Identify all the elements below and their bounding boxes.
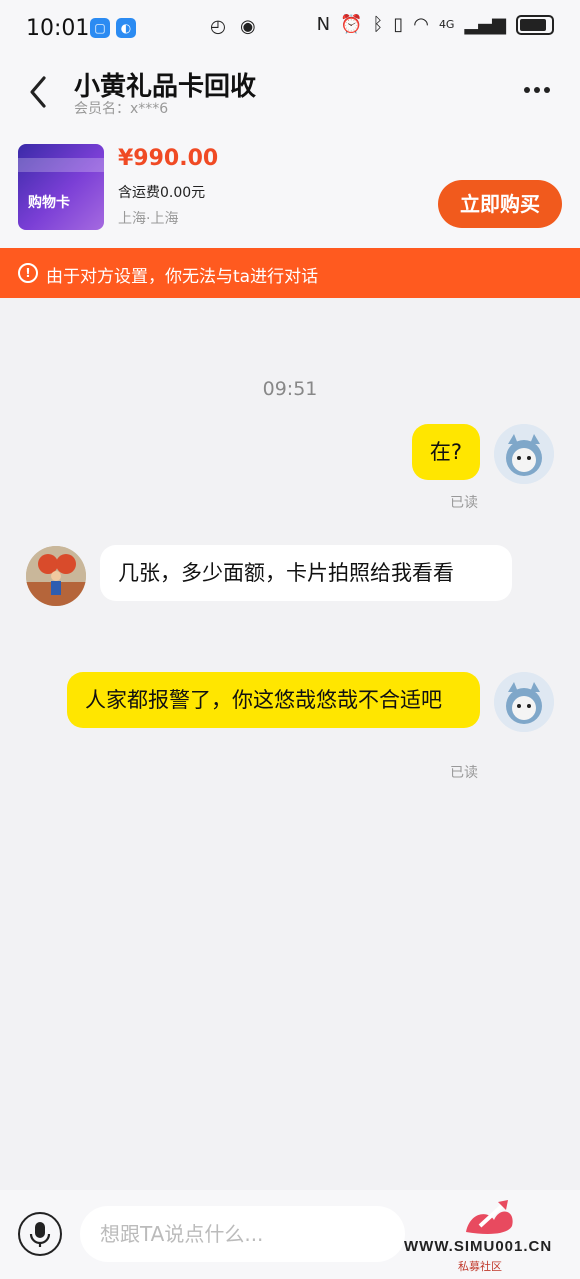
signal-icon: ▂▄▆ — [464, 14, 506, 35]
bluetooth-icon: ᛒ — [372, 14, 384, 35]
microphone-icon — [29, 1222, 51, 1247]
product-card[interactable]: 购物卡 ¥990.00 含运费0.00元 上海·上海 立即购买 — [0, 128, 580, 248]
nfc-icon: N — [316, 14, 331, 35]
eye-icon: ◉ — [240, 16, 256, 37]
product-price: ¥990.00 — [118, 146, 219, 171]
back-icon[interactable] — [22, 72, 58, 112]
battery-level — [520, 18, 546, 31]
voice-button[interactable] — [18, 1212, 62, 1256]
cat-avatar-icon — [494, 672, 554, 732]
thumb-stripe — [18, 158, 104, 172]
speed-icon: ◴ — [210, 16, 226, 37]
network-label: 4G — [438, 18, 455, 31]
wifi-icon: ◠ — [413, 14, 429, 35]
read-status: 已读 — [450, 495, 478, 511]
cat-avatar-icon — [494, 424, 554, 484]
my-avatar[interactable] — [494, 672, 554, 732]
watermark: WWW.SIMU001.CN 私募社区 — [404, 1196, 578, 1276]
watermark-logo-icon — [466, 1200, 513, 1234]
thumb-text: 购物卡 — [28, 195, 70, 211]
member-name: 会员名：x***6 — [74, 101, 169, 117]
warning-icon: ! — [18, 263, 38, 283]
product-thumbnail[interactable]: 购物卡 — [18, 144, 104, 230]
my-avatar[interactable] — [494, 424, 554, 484]
notice-banner: ! 由于对方设置，你无法与ta进行对话 — [0, 248, 580, 298]
status-bar: 10:01 ▢ ◐ ◴ ◉ N ⏰ ᛒ ▯ ◠ 4G ▂▄▆ — [0, 0, 580, 58]
status-time: 10:01 — [26, 16, 90, 41]
message-input[interactable] — [80, 1206, 405, 1262]
bulb-app-icon: ◐ — [116, 18, 136, 38]
buy-now-button[interactable]: 立即购买 — [438, 180, 562, 228]
more-options-icon[interactable] — [522, 78, 558, 102]
watermark-sub: 私募社区 — [458, 1260, 502, 1273]
other-avatar[interactable] — [26, 546, 86, 606]
person-avatar-icon — [26, 546, 86, 606]
notice-text: 由于对方设置，你无法与ta进行对话 — [46, 267, 319, 287]
chat-header: 小黄礼品卡回收 会员名：x***6 — [0, 58, 580, 128]
shipping-info: 含运费0.00元 — [118, 185, 206, 201]
alarm-icon: ⏰ — [340, 14, 363, 35]
product-location: 上海·上海 — [118, 211, 179, 227]
chat-timestamp: 09:51 — [262, 378, 318, 400]
status-icons: N ⏰ ᛒ ▯ ◠ 4G ▂▄▆ — [317, 14, 554, 35]
message-app-icon: ▢ — [90, 18, 110, 38]
vibrate-icon: ▯ — [393, 14, 404, 35]
message-bubble[interactable]: 几张，多少面额，卡片拍照给我看看 — [100, 545, 512, 601]
battery-icon — [516, 14, 554, 35]
read-status: 已读 — [450, 765, 478, 781]
message-bubble[interactable]: 人家都报警了，你这悠哉悠哉不合适吧 — [67, 672, 480, 728]
watermark-site: WWW.SIMU001.CN — [404, 1238, 553, 1255]
message-bubble[interactable]: 在? — [411, 424, 480, 480]
